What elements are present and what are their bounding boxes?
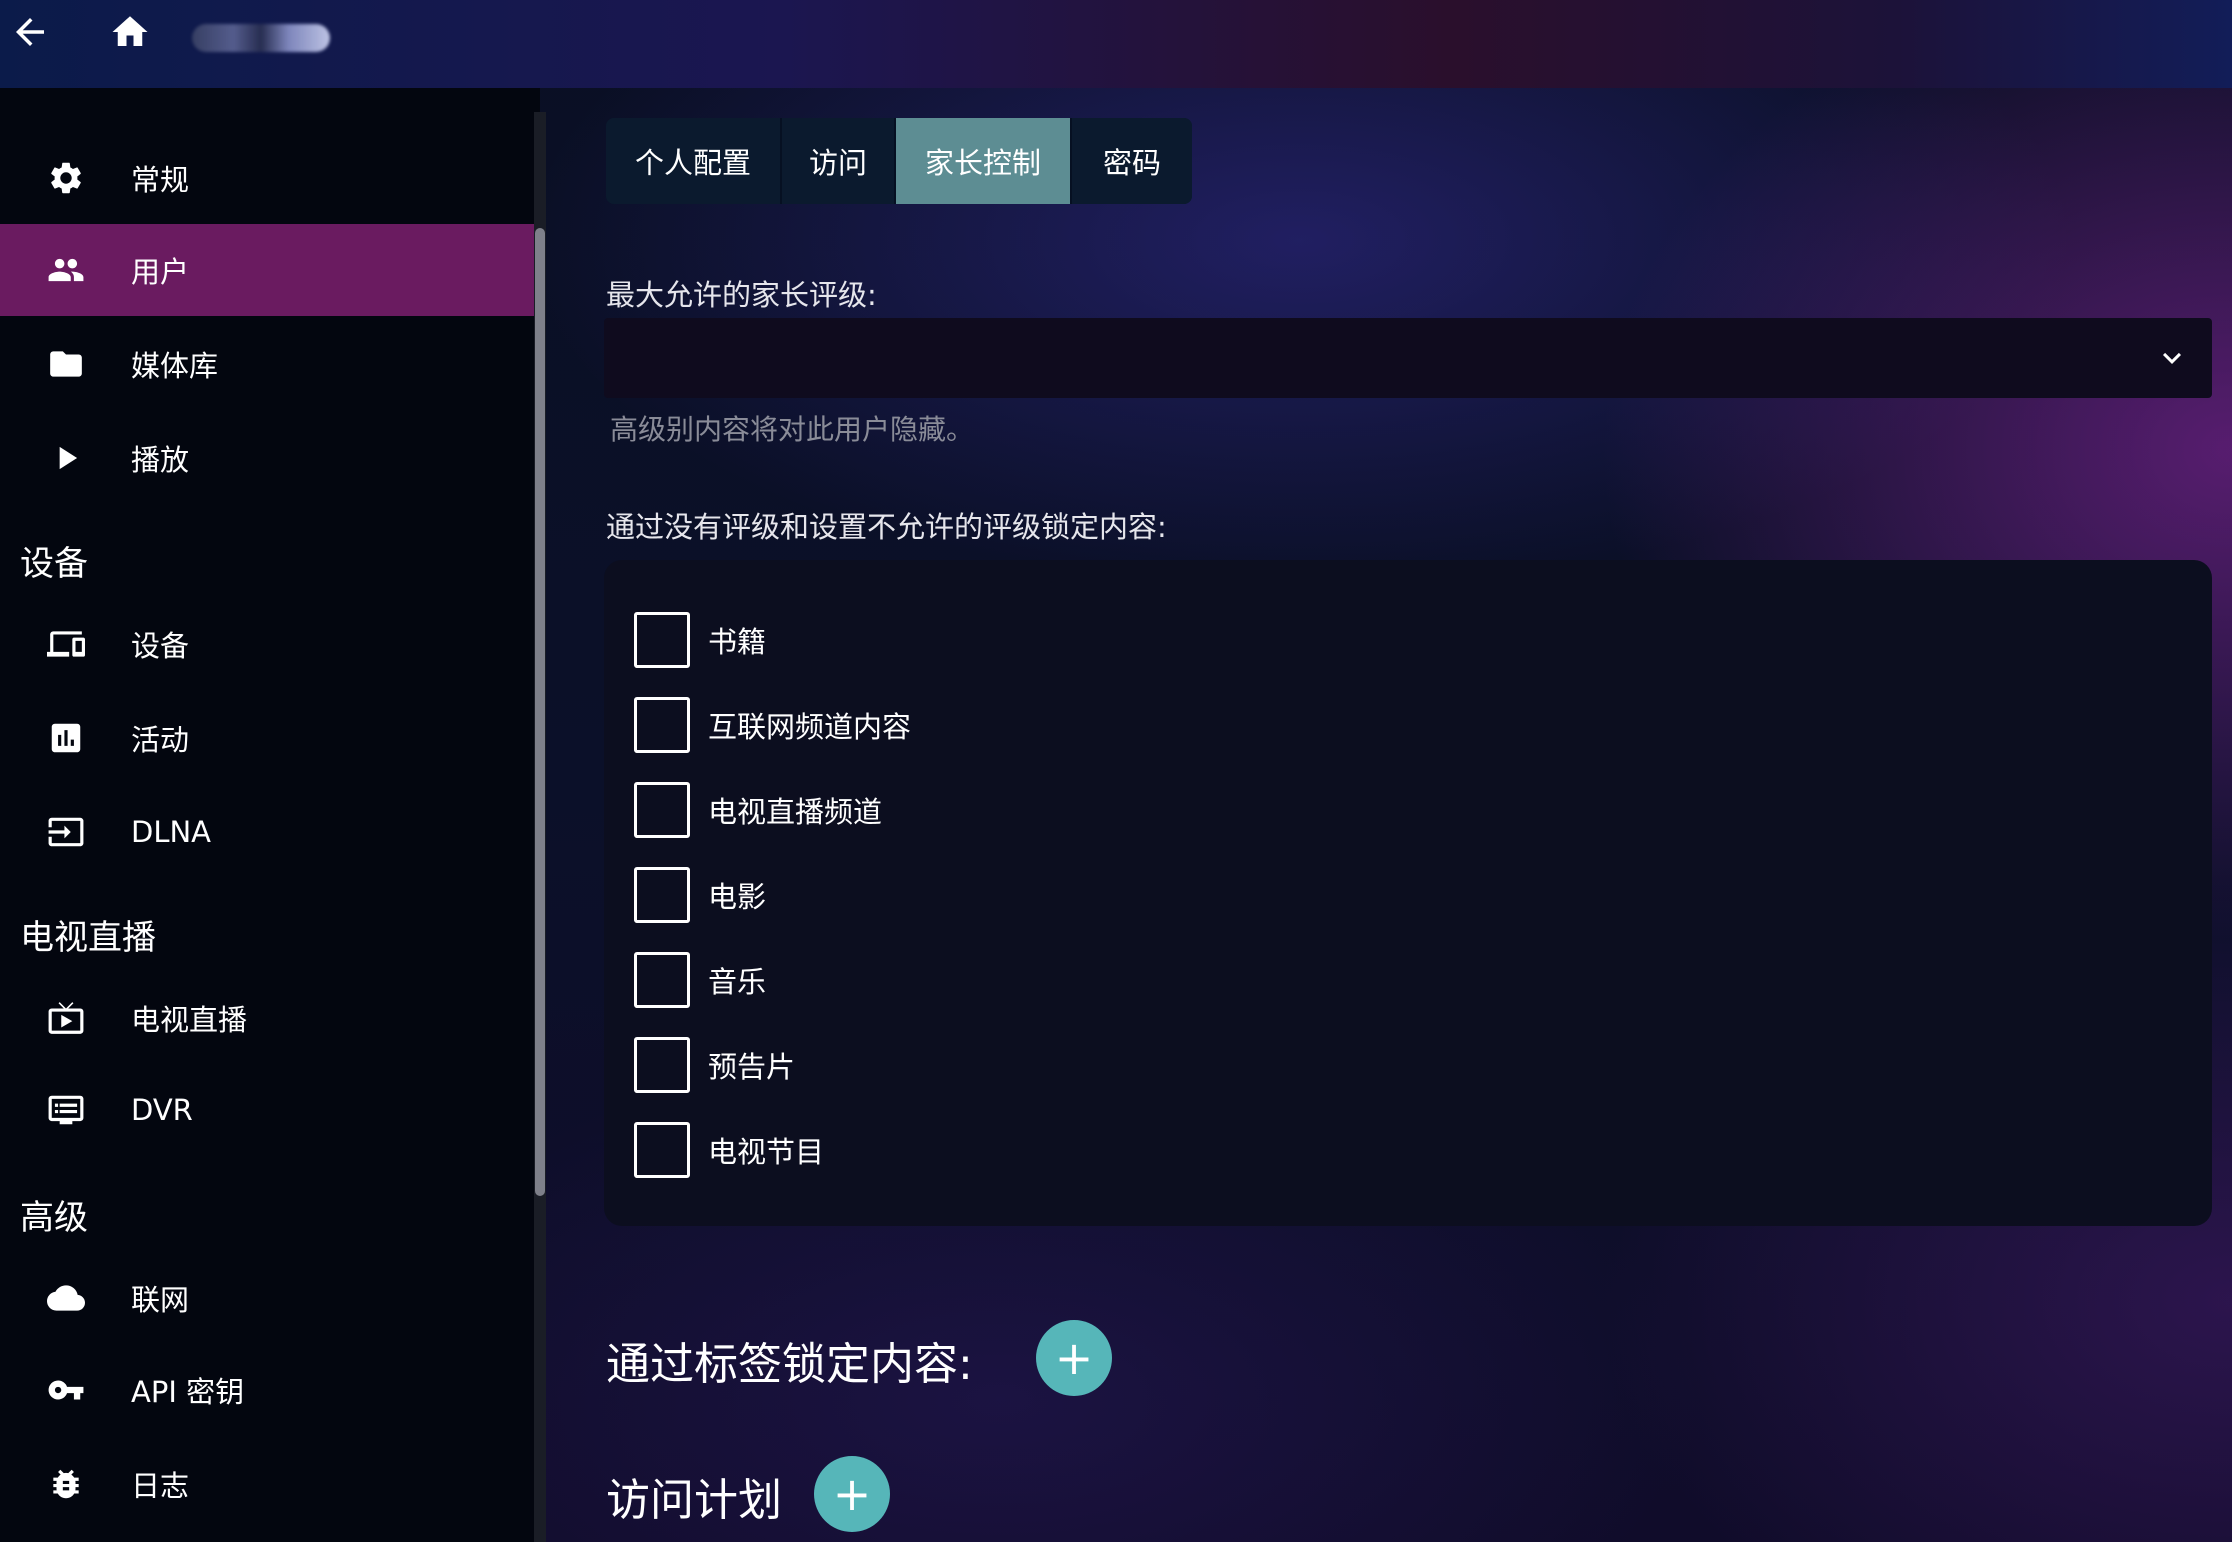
- sidebar-item-label: 媒体库: [131, 349, 219, 383]
- sidebar-item-label: 联网: [131, 1283, 190, 1317]
- sidebar-item-label: 用户: [131, 255, 190, 289]
- checkbox-row-livetv[interactable]: 电视直播频道: [634, 781, 882, 839]
- max-rating-label: 最大允许的家长评级:: [606, 278, 877, 312]
- sidebar-item-dlna[interactable]: DLNA: [0, 786, 534, 878]
- add-tag-button[interactable]: +: [1036, 1320, 1112, 1396]
- checkbox[interactable]: [634, 782, 690, 838]
- sidebar-item-label: DLNA: [131, 815, 212, 849]
- checkbox-label: 音乐: [708, 965, 767, 999]
- sidebar-item-logs[interactable]: 日志: [0, 1438, 534, 1530]
- sidebar-item-label: API 密钥: [131, 1375, 245, 1409]
- devices-icon: [44, 622, 88, 666]
- back-button[interactable]: [0, 4, 60, 60]
- block-unrated-panel: [604, 560, 2212, 1226]
- checkbox[interactable]: [634, 1122, 690, 1178]
- user-avatar-blurred[interactable]: [192, 24, 330, 52]
- play-icon: [44, 436, 88, 480]
- dvr-icon: [44, 1088, 88, 1132]
- sidebar-section-livetv: 电视直播: [20, 918, 156, 958]
- bug-icon: [44, 1462, 88, 1506]
- sidebar-section-devices: 设备: [20, 544, 88, 584]
- sidebar-item-label: 活动: [131, 723, 190, 757]
- folder-icon: [44, 342, 88, 386]
- checkbox-row-movies[interactable]: 电影: [634, 866, 766, 924]
- checkbox-label: 电视直播频道: [708, 795, 883, 829]
- block-tags-title: 通过标签锁定内容:: [606, 1339, 973, 1390]
- tab-label: 家长控制: [924, 146, 1041, 180]
- sidebar-item-devices[interactable]: 设备: [0, 598, 534, 690]
- gear-icon: [44, 156, 88, 200]
- sidebar-item-label: DVR: [131, 1093, 193, 1127]
- add-schedule-button[interactable]: +: [814, 1456, 890, 1532]
- sidebar-item-label: 电视直播: [131, 1003, 248, 1037]
- checkbox-label: 预告片: [708, 1050, 796, 1084]
- sidebar-item-label: 播放: [131, 443, 190, 477]
- checkbox-row-channels[interactable]: 互联网频道内容: [634, 696, 911, 754]
- key-icon: [44, 1368, 88, 1412]
- top-header: [0, 0, 2232, 88]
- home-button[interactable]: [100, 4, 160, 60]
- input-icon: [44, 810, 88, 854]
- tab-label: 访问: [808, 146, 867, 180]
- checkbox-row-tvshows[interactable]: 电视节目: [634, 1121, 824, 1179]
- cloud-icon: [44, 1276, 88, 1320]
- bar-chart-icon: [44, 716, 88, 760]
- app-root: 常规 用户 媒体库 播放 设备 设备 活动 DLNA 电视直播 电视直播 DVR…: [0, 0, 2232, 1542]
- sidebar-item-livetv[interactable]: 电视直播: [0, 972, 534, 1064]
- sidebar-item-networking[interactable]: 联网: [0, 1252, 534, 1344]
- tab-profile[interactable]: 个人配置: [606, 118, 782, 204]
- checkbox[interactable]: [634, 867, 690, 923]
- block-unrated-label: 通过没有评级和设置不允许的评级锁定内容:: [606, 510, 1167, 544]
- sidebar-item-general[interactable]: 常规: [0, 132, 534, 224]
- max-rating-select[interactable]: [604, 318, 2212, 398]
- plus-icon: +: [1054, 1331, 1094, 1385]
- checkbox-label: 书籍: [708, 625, 767, 659]
- checkbox-label: 电视节目: [708, 1135, 825, 1169]
- sidebar-item-activity[interactable]: 活动: [0, 692, 534, 784]
- sidebar-item-api-keys[interactable]: API 密钥: [0, 1344, 534, 1436]
- sidebar-item-users[interactable]: 用户: [0, 224, 534, 316]
- checkbox[interactable]: [634, 612, 690, 668]
- checkbox-row-trailers[interactable]: 预告片: [634, 1036, 795, 1094]
- sidebar-scrollbar-thumb[interactable]: [535, 228, 545, 1196]
- tab-label: 个人配置: [634, 146, 751, 180]
- tab-parental-control[interactable]: 家长控制: [896, 118, 1072, 204]
- checkbox-row-books[interactable]: 书籍: [634, 611, 766, 669]
- sidebar-item-label: 日志: [131, 1469, 190, 1503]
- access-schedule-title: 访问计划: [606, 1475, 782, 1526]
- checkbox[interactable]: [634, 697, 690, 753]
- tab-password[interactable]: 密码: [1072, 118, 1192, 204]
- sidebar-item-playback[interactable]: 播放: [0, 412, 534, 504]
- checkbox-label: 互联网频道内容: [708, 710, 912, 744]
- arrow-left-icon: [16, 18, 44, 46]
- tab-label: 密码: [1102, 146, 1161, 180]
- checkbox[interactable]: [634, 1037, 690, 1093]
- checkbox-row-music[interactable]: 音乐: [634, 951, 766, 1009]
- max-rating-hint: 高级别内容将对此用户隐藏。: [610, 413, 975, 446]
- sidebar-section-advanced: 高级: [20, 1198, 88, 1238]
- plus-icon: +: [832, 1467, 872, 1521]
- chevron-down-icon: [2154, 340, 2190, 376]
- user-tabs: 个人配置 访问 家长控制 密码: [606, 118, 1192, 204]
- tab-access[interactable]: 访问: [782, 118, 896, 204]
- checkbox[interactable]: [634, 952, 690, 1008]
- sidebar-item-dvr[interactable]: DVR: [0, 1064, 534, 1156]
- home-icon: [112, 16, 148, 46]
- sidebar-item-label: 常规: [131, 163, 190, 197]
- live-tv-icon: [44, 996, 88, 1040]
- sidebar-item-label: 设备: [131, 629, 190, 663]
- sidebar-item-libraries[interactable]: 媒体库: [0, 318, 534, 410]
- people-icon: [44, 248, 88, 292]
- checkbox-label: 电影: [708, 880, 767, 914]
